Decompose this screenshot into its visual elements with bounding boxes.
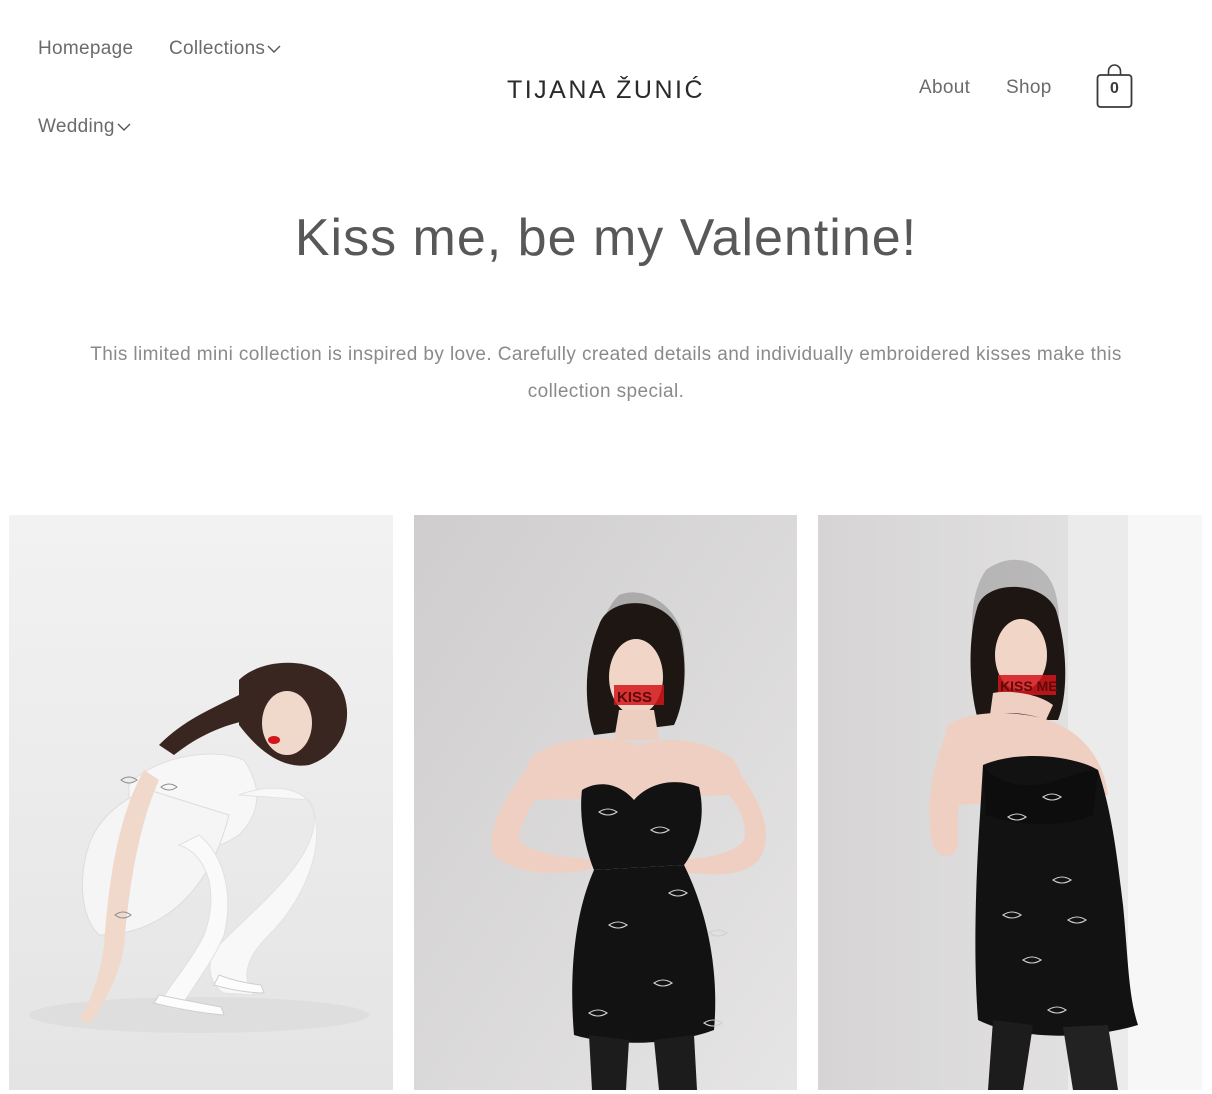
nav-collections-label: Collections [169,38,266,59]
gallery-photo-3[interactable]: KISS ME [818,515,1202,1090]
cart-count: 0 [1110,80,1119,97]
gallery-photo-1[interactable] [9,515,393,1090]
nav-shop[interactable]: Shop [1006,77,1052,99]
intro-text: This limited mini collection is inspired… [90,344,1122,402]
page-title: Kiss me, be my Valentine! [294,209,918,267]
chevron-down-icon [117,123,131,131]
gallery-photo-2[interactable]: KISS [414,515,797,1090]
nav-wedding-label: Wedding [38,116,115,137]
svg-text:KISS: KISS [617,689,652,706]
model-black-dress-photo: KISS [414,515,797,1090]
model-white-dress-photo [9,515,393,1090]
nav-wedding[interactable]: Wedding [38,116,131,138]
chevron-down-icon [267,45,281,53]
nav-homepage[interactable]: Homepage [38,38,133,60]
nav-about[interactable]: About [919,77,970,99]
site-header: Homepage Collections Wedding TIJANA ŽUNI… [0,0,1212,175]
model-black-dress-side-photo: KISS ME [818,515,1202,1090]
photo-gallery: KISS KISS ME [9,515,1203,1090]
cart-button[interactable]: 0 [1096,64,1133,109]
nav-collections[interactable]: Collections [169,38,281,60]
svg-text:KISS ME: KISS ME [1000,678,1058,694]
